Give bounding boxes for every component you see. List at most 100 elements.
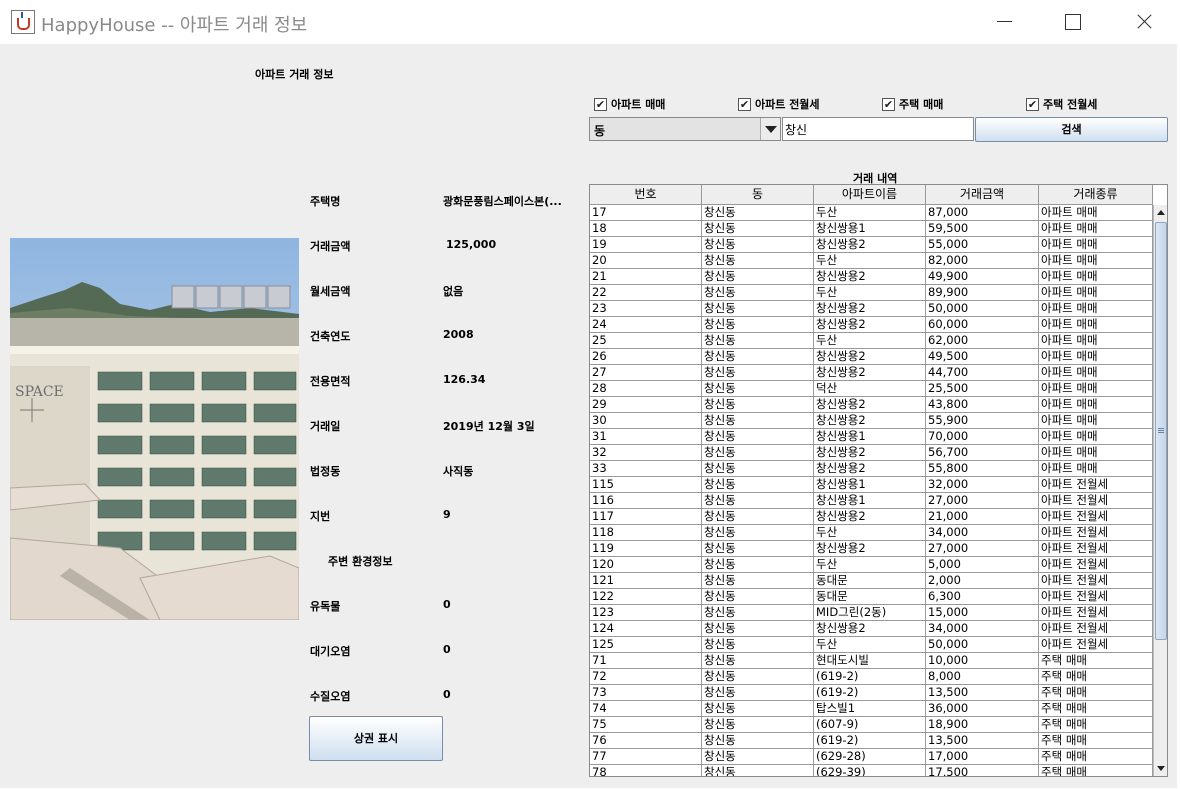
show-commercial-area-button[interactable]: 상권 표시 (309, 716, 443, 761)
table-row[interactable]: 24 창신동 창신쌍용2 60,000 아파트 매매 (590, 317, 1153, 333)
table-row[interactable]: 122 창신동 동대문 6,300 아파트 전월세 (590, 589, 1153, 605)
scroll-down-icon[interactable] (1154, 761, 1167, 776)
table-row[interactable]: 26 창신동 창신쌍용2 49,500 아파트 매매 (590, 349, 1153, 365)
checkbox-mark[interactable]: ✔ (1026, 97, 1039, 111)
cell-price: 34,000 (926, 621, 1039, 637)
cell-dong: 창신동 (702, 237, 814, 253)
scrollbar-thumb[interactable] (1155, 222, 1167, 640)
cell-dong: 창신동 (702, 717, 814, 733)
table-row[interactable]: 29 창신동 창신쌍용2 43,800 아파트 매매 (590, 397, 1153, 413)
table-row[interactable]: 18 창신동 창신쌍용1 59,500 아파트 매매 (590, 221, 1153, 237)
cell-dong: 창신동 (702, 653, 814, 669)
cell-price: 50,000 (926, 637, 1039, 653)
search-button[interactable]: 검색 (975, 117, 1168, 142)
cell-price: 13,500 (926, 733, 1039, 749)
table-row[interactable]: 33 창신동 창신쌍용2 55,800 아파트 매매 (590, 461, 1153, 477)
table-row[interactable]: 27 창신동 창신쌍용2 44,700 아파트 매매 (590, 365, 1153, 381)
scroll-up-icon[interactable] (1154, 205, 1167, 220)
table-row[interactable]: 23 창신동 창신쌍용2 50,000 아파트 매매 (590, 301, 1153, 317)
checkbox-apt-rent[interactable]: ✔ 아파트 전월세 (738, 96, 820, 112)
checkbox-house-rent[interactable]: ✔ 주택 전월세 (1026, 96, 1097, 112)
cell-no: 77 (590, 749, 702, 765)
checkbox-mark[interactable]: ✔ (594, 97, 607, 111)
chevron-down-icon[interactable] (760, 118, 780, 140)
checkbox-mark[interactable]: ✔ (882, 97, 895, 111)
table-row[interactable]: 119 창신동 창신쌍용2 27,000 아파트 전월세 (590, 541, 1153, 557)
checkbox-house-sale[interactable]: ✔ 주택 매매 (882, 96, 943, 112)
table-row[interactable]: 120 창신동 두산 5,000 아파트 전월세 (590, 557, 1153, 573)
table-row[interactable]: 22 창신동 두산 89,900 아파트 매매 (590, 285, 1153, 301)
detail-value-rent: 없음 (443, 285, 464, 298)
cell-dong: 창신동 (702, 205, 814, 221)
checkbox-apt-sale[interactable]: ✔ 아파트 매매 (594, 96, 665, 112)
env-label: 유독물 (310, 600, 341, 613)
table-row[interactable]: 78 창신동 (629-39) 17,500 주택 매매 (590, 765, 1153, 776)
table-row[interactable]: 71 창신동 현대도시빌 10,000 주택 매매 (590, 653, 1153, 669)
cell-dong: 창신동 (702, 493, 814, 509)
column-header-dong[interactable]: 동 (702, 185, 814, 205)
checkbox-mark[interactable]: ✔ (738, 97, 751, 111)
table-row[interactable]: 124 창신동 창신쌍용2 34,000 아파트 전월세 (590, 621, 1153, 637)
vertical-scrollbar[interactable] (1153, 205, 1167, 776)
deals-table: 번호 동 아파트이름 거래금액 거래종류 17 창신동 두산 87,000 아파트 매매… (589, 184, 1168, 777)
cell-deal-type: 아파트 전월세 (1039, 493, 1153, 509)
cell-apt-name: 동대문 (814, 589, 926, 605)
cell-apt-name: 두산 (814, 285, 926, 301)
cell-no: 29 (590, 397, 702, 413)
cell-dong: 창신동 (702, 445, 814, 461)
checkbox-label: 주택 전월세 (1043, 98, 1098, 111)
cell-price: 34,000 (926, 525, 1039, 541)
table-row[interactable]: 28 창신동 덕산 25,500 아파트 매매 (590, 381, 1153, 397)
cell-deal-type: 아파트 전월세 (1039, 557, 1153, 573)
table-row[interactable]: 32 창신동 창신쌍용2 56,700 아파트 매매 (590, 445, 1153, 461)
detail-value-dong: 사직동 (443, 465, 474, 478)
maximize-icon[interactable] (1043, 0, 1103, 44)
table-row[interactable]: 123 창신동 MID그린(2동) 15,000 아파트 전월세 (590, 605, 1153, 621)
table-row[interactable]: 31 창신동 창신쌍용1 70,000 아파트 매매 (590, 429, 1153, 445)
detail-value-deal-date: 2019년 12월 3일 (443, 420, 535, 433)
cell-apt-name: 창신쌍용2 (814, 269, 926, 285)
column-header-apt-name[interactable]: 아파트이름 (814, 185, 926, 205)
table-row[interactable]: 116 창신동 창신쌍용1 27,000 아파트 전월세 (590, 493, 1153, 509)
table-row[interactable]: 73 창신동 (619-2) 13,500 주택 매매 (590, 685, 1153, 701)
search-category-select[interactable]: 동 (589, 117, 781, 141)
table-row[interactable]: 17 창신동 두산 87,000 아파트 매매 (590, 205, 1153, 221)
cell-dong: 창신동 (702, 669, 814, 685)
table-row[interactable]: 77 창신동 (629-28) 17,000 주택 매매 (590, 749, 1153, 765)
column-header-price[interactable]: 거래금액 (926, 185, 1039, 205)
column-header-no[interactable]: 번호 (590, 185, 702, 205)
column-header-deal-type[interactable]: 거래종류 (1039, 185, 1153, 205)
table-row[interactable]: 125 창신동 두산 50,000 아파트 전월세 (590, 637, 1153, 653)
table-row[interactable]: 121 창신동 동대문 2,000 아파트 전월세 (590, 573, 1153, 589)
cell-dong: 창신동 (702, 333, 814, 349)
cell-deal-type: 아파트 매매 (1039, 445, 1153, 461)
cell-apt-name: 창신쌍용2 (814, 317, 926, 333)
table-row[interactable]: 117 창신동 창신쌍용2 21,000 아파트 전월세 (590, 509, 1153, 525)
cell-apt-name: 두산 (814, 253, 926, 269)
cell-dong: 창신동 (702, 701, 814, 717)
close-icon[interactable] (1113, 0, 1173, 44)
table-row[interactable]: 115 창신동 창신쌍용1 32,000 아파트 전월세 (590, 477, 1153, 493)
photo-sign-text: SPACE (15, 384, 64, 400)
table-row[interactable]: 19 창신동 창신쌍용2 55,000 아파트 매매 (590, 237, 1153, 253)
cell-dong: 창신동 (702, 525, 814, 541)
table-row[interactable]: 75 창신동 (607-9) 18,900 주택 매매 (590, 717, 1153, 733)
search-input[interactable] (782, 117, 974, 141)
cell-deal-type: 주택 매매 (1039, 701, 1153, 717)
cell-no: 20 (590, 253, 702, 269)
env-label: 수질오염 (310, 690, 351, 703)
table-row[interactable]: 25 창신동 두산 62,000 아파트 매매 (590, 333, 1153, 349)
cell-deal-type: 주택 매매 (1039, 765, 1153, 776)
table-row[interactable]: 72 창신동 (619-2) 8,000 주택 매매 (590, 669, 1153, 685)
table-row[interactable]: 76 창신동 (619-2) 13,500 주택 매매 (590, 733, 1153, 749)
cell-dong: 창신동 (702, 349, 814, 365)
detail-value-price: 125,000 (446, 238, 497, 251)
table-row[interactable]: 74 창신동 탑스빌1 36,000 주택 매매 (590, 701, 1153, 717)
table-row[interactable]: 20 창신동 두산 82,000 아파트 매매 (590, 253, 1153, 269)
cell-apt-name: 창신쌍용2 (814, 301, 926, 317)
table-row[interactable]: 21 창신동 창신쌍용2 49,900 아파트 매매 (590, 269, 1153, 285)
minimize-icon[interactable] (974, 0, 1034, 44)
table-row[interactable]: 30 창신동 창신쌍용2 55,900 아파트 매매 (590, 413, 1153, 429)
search-category-value: 동 (594, 124, 606, 138)
table-row[interactable]: 118 창신동 두산 34,000 아파트 전월세 (590, 525, 1153, 541)
